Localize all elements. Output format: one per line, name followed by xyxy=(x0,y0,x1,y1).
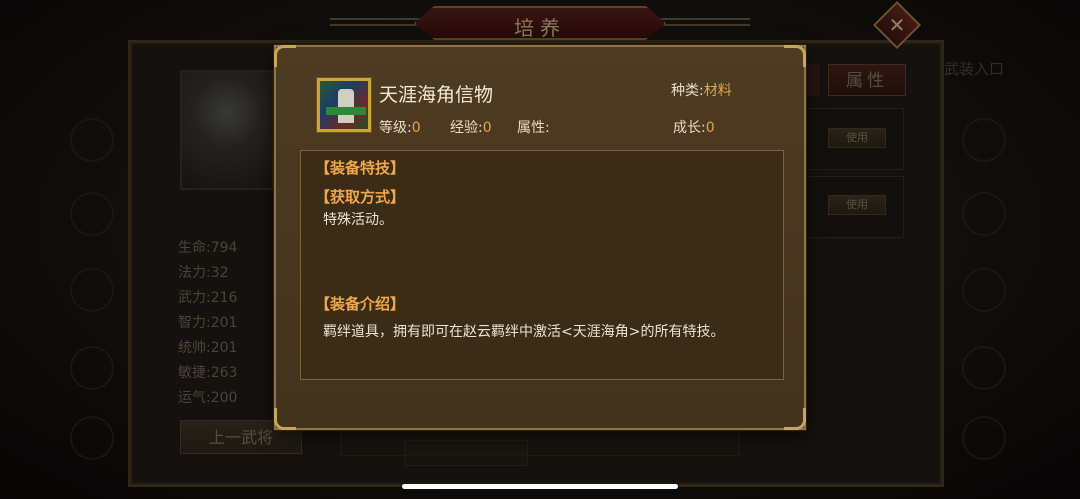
growth-label: 成长: xyxy=(673,120,706,136)
item-description-box: 【装备特技】 【获取方式】 特殊活动。 【装备介绍】 羁绊道具，拥有即可在赵云羁… xyxy=(300,150,784,380)
item-name: 天涯海角信物 xyxy=(379,84,494,106)
corner-ornament xyxy=(784,45,806,67)
item-icon xyxy=(316,77,372,133)
item-exp: 经验:0 xyxy=(450,117,492,137)
section-title-obtain: 【获取方式】 xyxy=(315,188,406,206)
corner-ornament xyxy=(784,408,806,430)
item-level: 等级:0 xyxy=(379,117,421,137)
kind-label: 种类: xyxy=(671,83,704,99)
level-value: 0 xyxy=(411,120,421,136)
item-growth: 成长:0 xyxy=(673,117,715,137)
level-label: 等级: xyxy=(379,120,412,136)
kind-value: 材料 xyxy=(703,83,732,99)
exp-value: 0 xyxy=(482,120,492,136)
section-body-obtain: 特殊活动。 xyxy=(323,212,393,228)
section-body-intro: 羁绊道具，拥有即可在赵云羁绊中激活<天涯海角>的所有特技。 xyxy=(323,324,725,340)
section-title-intro: 【装备介绍】 xyxy=(315,295,406,313)
item-kind: 种类:材料 xyxy=(671,80,732,100)
corner-ornament xyxy=(274,408,296,430)
item-detail-dialog: 天涯海角信物 种类:材料 等级:0 经验:0 属性: 成长:0 【装备特技】 【… xyxy=(274,45,806,430)
home-indicator[interactable] xyxy=(402,484,678,489)
section-title-skill: 【装备特技】 xyxy=(315,159,406,177)
exp-label: 经验: xyxy=(450,120,483,136)
growth-value: 0 xyxy=(705,120,715,136)
item-attr: 属性: xyxy=(517,117,550,137)
attr-label: 属性: xyxy=(517,120,550,136)
corner-ornament xyxy=(274,45,296,67)
